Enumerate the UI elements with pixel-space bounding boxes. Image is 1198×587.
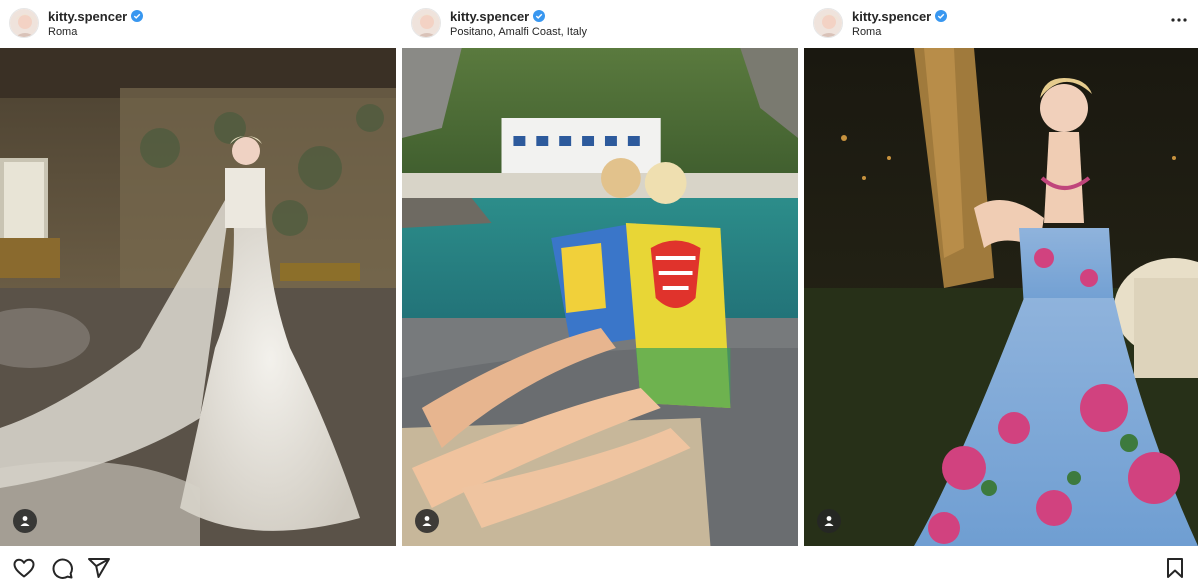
more-options-icon[interactable] <box>1170 14 1188 26</box>
heart-icon[interactable] <box>12 556 36 580</box>
tagged-users-button[interactable] <box>817 509 841 533</box>
dinner-photo <box>804 48 1198 546</box>
boat-photo <box>402 48 798 546</box>
verified-badge-icon <box>533 10 546 22</box>
tagged-users-button[interactable] <box>415 509 439 533</box>
post-header: kitty.spencer Roma <box>0 0 396 48</box>
location[interactable]: Roma <box>852 26 881 38</box>
tagged-users-button[interactable] <box>13 509 37 533</box>
post-card: kitty.spencer Roma <box>804 0 1198 546</box>
post-photo[interactable] <box>0 48 396 546</box>
user-tag-icon <box>422 516 432 526</box>
username-text[interactable]: kitty.spencer <box>852 9 931 24</box>
location[interactable]: Roma <box>48 26 77 38</box>
avatar[interactable] <box>411 8 441 38</box>
avatar[interactable] <box>813 8 843 38</box>
username-text[interactable]: kitty.spencer <box>450 9 529 24</box>
username[interactable]: kitty.spencer <box>450 9 546 24</box>
post-actions-bar <box>0 546 1198 587</box>
username[interactable]: kitty.spencer <box>852 9 948 24</box>
post-header: kitty.spencer Positano, Amalfi Coast, It… <box>402 0 798 48</box>
username-text[interactable]: kitty.spencer <box>48 9 127 24</box>
verified-badge-icon <box>935 10 948 22</box>
comment-icon[interactable] <box>50 556 74 580</box>
bookmark-icon[interactable] <box>1163 556 1187 580</box>
verified-badge-icon <box>131 10 144 22</box>
share-icon[interactable] <box>87 556 111 580</box>
location[interactable]: Positano, Amalfi Coast, Italy <box>450 26 587 38</box>
avatar[interactable] <box>9 8 39 38</box>
wedding-photo <box>0 48 396 546</box>
post-card: kitty.spencer Positano, Amalfi Coast, It… <box>402 0 798 546</box>
username[interactable]: kitty.spencer <box>48 9 144 24</box>
post-photo[interactable] <box>804 48 1198 546</box>
post-header: kitty.spencer Roma <box>804 0 1198 48</box>
post-card: kitty.spencer Roma <box>0 0 396 546</box>
post-photo[interactable] <box>402 48 798 546</box>
user-tag-icon <box>824 516 834 526</box>
user-tag-icon <box>20 516 30 526</box>
